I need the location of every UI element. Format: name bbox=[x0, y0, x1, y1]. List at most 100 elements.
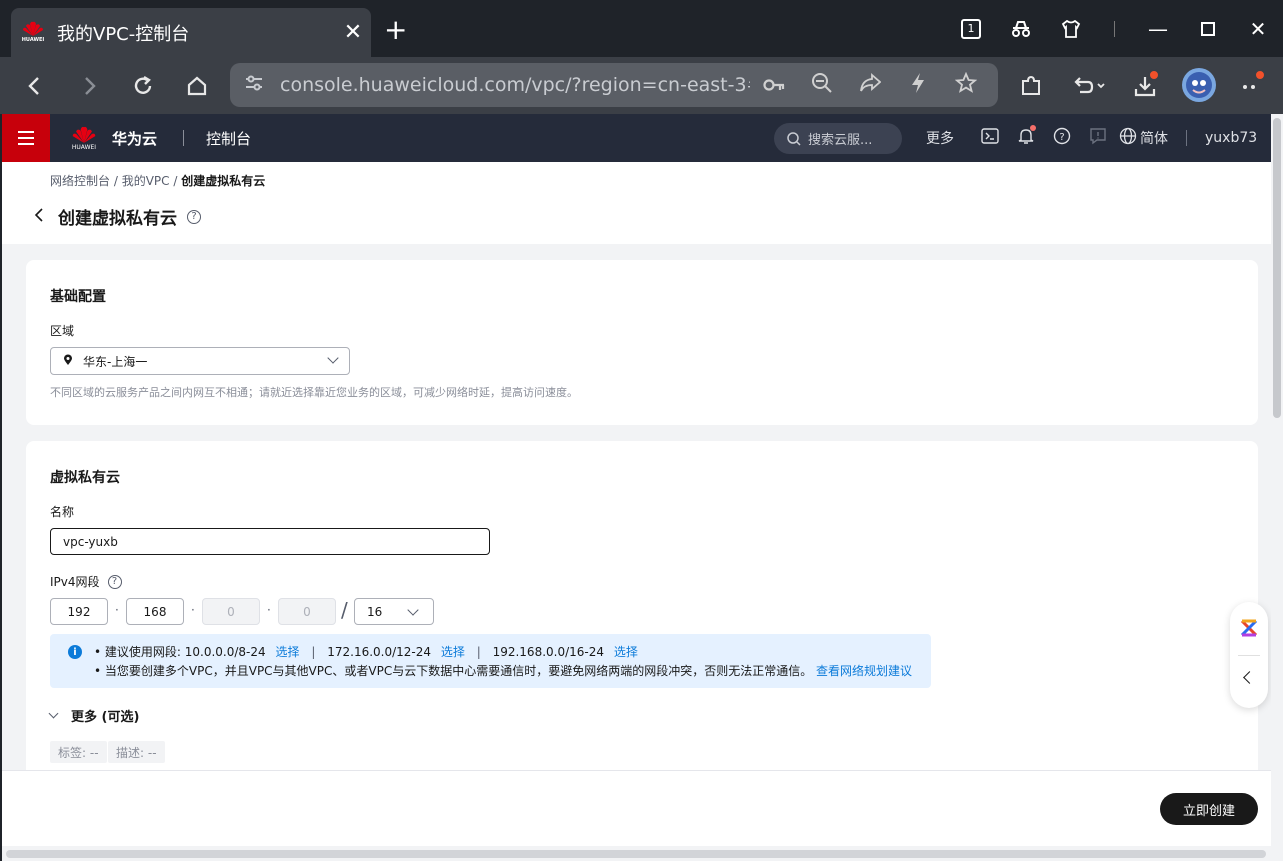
more-menu[interactable]: 更多 bbox=[926, 128, 954, 148]
mask-value: 16 bbox=[367, 604, 383, 619]
shirt-icon[interactable] bbox=[1046, 0, 1096, 57]
feedback-icon[interactable] bbox=[1080, 127, 1116, 149]
divider bbox=[1186, 130, 1187, 146]
reload-icon[interactable] bbox=[128, 71, 158, 101]
separator: | bbox=[476, 645, 481, 659]
tab-count-button[interactable]: 1 bbox=[946, 0, 996, 57]
info-line-2: • 当您要创建多个VPC，并且VPC与其他VPC、或者VPC与云下数据中心需要通… bbox=[94, 662, 912, 679]
star-icon[interactable] bbox=[942, 71, 990, 99]
chevron-down-icon bbox=[407, 604, 419, 616]
region-select[interactable]: 华东-上海一 bbox=[50, 347, 350, 375]
search-input[interactable]: 搜索云服... bbox=[774, 123, 902, 154]
forward-icon[interactable] bbox=[74, 71, 104, 101]
page-title: 创建虚拟私有云 bbox=[58, 209, 177, 229]
console-header: HUAWEI 华为云 控制台 搜索云服... 更多 ? 简体 yuxb73 bbox=[2, 114, 1271, 162]
basic-config-card: 基础配置 区域 华东-上海一 不同区域的云服务产品之间内网互不相通；请就近选择靠… bbox=[26, 260, 1258, 425]
chevron-down-icon bbox=[48, 708, 59, 719]
create-now-button[interactable]: 立即创建 bbox=[1160, 793, 1258, 825]
home-icon[interactable] bbox=[182, 71, 212, 101]
huawei-logo-text: HUAWEI bbox=[71, 143, 97, 151]
zoom-out-icon[interactable] bbox=[798, 72, 846, 99]
terminal-icon[interactable] bbox=[972, 128, 1008, 148]
more-optional-toggle[interactable]: 更多 (可选) bbox=[48, 706, 140, 725]
ipv4-label-row: IPv4网段 ? bbox=[50, 573, 122, 590]
breadcrumb-my-vpc[interactable]: 我的VPC bbox=[122, 174, 170, 188]
info-icon: i bbox=[68, 645, 82, 659]
breadcrumb-current: 创建虚拟私有云 bbox=[181, 174, 266, 188]
bolt-icon[interactable] bbox=[894, 72, 942, 99]
mask-select[interactable]: 16 bbox=[354, 598, 434, 625]
horizontal-scrollbar[interactable] bbox=[6, 850, 1266, 858]
divider bbox=[183, 130, 185, 146]
maximize-icon[interactable] bbox=[1183, 0, 1233, 57]
region-label: 区域 bbox=[50, 324, 75, 338]
ip-octet-1[interactable]: 192 bbox=[50, 598, 108, 625]
download-badge bbox=[1148, 69, 1160, 81]
incognito-icon[interactable] bbox=[996, 0, 1046, 57]
avatar[interactable] bbox=[1182, 68, 1216, 102]
url-text[interactable]: console.huaweicloud.com/vpc/?region=cn-e… bbox=[280, 74, 750, 96]
bullet: • bbox=[94, 664, 105, 678]
undo-icon[interactable] bbox=[1068, 71, 1110, 101]
search-placeholder: 搜索云服... bbox=[808, 133, 873, 148]
back-arrow-icon[interactable] bbox=[34, 206, 58, 227]
select-range-1-link[interactable]: 选择 bbox=[276, 645, 300, 659]
tab-count: 1 bbox=[961, 18, 981, 39]
menu-icon[interactable] bbox=[2, 114, 50, 162]
window-controls: 1 — ✕ bbox=[946, 0, 1283, 57]
suggest-range-2: 172.16.0.0/12-24 bbox=[327, 645, 432, 659]
extensions-icon[interactable] bbox=[1016, 71, 1046, 101]
huawei-logo-icon: HUAWEI bbox=[21, 21, 45, 45]
help-icon[interactable]: ? bbox=[1044, 127, 1080, 149]
help-icon[interactable]: ? bbox=[187, 209, 201, 224]
network-planning-link[interactable]: 查看网络规划建议 bbox=[816, 664, 912, 678]
key-icon[interactable] bbox=[750, 73, 798, 97]
page-title-row: 创建虚拟私有云 ? bbox=[34, 204, 201, 229]
mask-slash: / bbox=[341, 598, 348, 622]
huawei-logo-icon[interactable]: HUAWEI bbox=[70, 126, 98, 151]
action-bar: 立即创建 bbox=[2, 770, 1271, 846]
breadcrumb-separator: / bbox=[173, 174, 178, 188]
breadcrumb: 网络控制台 / 我的VPC / 创建虚拟私有云 bbox=[50, 172, 265, 189]
description-summary: 描述: -- bbox=[108, 741, 165, 763]
assistant-logo-icon[interactable] bbox=[1239, 618, 1259, 638]
browser-tab[interactable]: HUAWEI 我的VPC-控制台 ✕ bbox=[11, 8, 371, 57]
ip-dot: · bbox=[115, 603, 119, 617]
vertical-scrollbar[interactable] bbox=[1273, 118, 1281, 418]
console-link[interactable]: 控制台 bbox=[206, 128, 251, 149]
site-settings-icon[interactable] bbox=[244, 74, 264, 96]
window-close-icon[interactable]: ✕ bbox=[1233, 0, 1283, 57]
name-label: 名称 bbox=[50, 505, 75, 519]
vpc-name-input[interactable]: vpc-yuxb bbox=[50, 528, 490, 555]
language-selector[interactable]: 简体 bbox=[1140, 128, 1168, 148]
help-icon[interactable]: ? bbox=[107, 574, 122, 589]
username[interactable]: yuxb73 bbox=[1205, 130, 1257, 146]
brand-name[interactable]: 华为云 bbox=[112, 128, 157, 149]
page-header: 网络控制台 / 我的VPC / 创建虚拟私有云 创建虚拟私有云 ? bbox=[2, 162, 1271, 244]
more-optional-label: 更多 (可选) bbox=[71, 710, 140, 725]
info-line-1: • 建议使用网段: 10.0.0.0/8-24 选择 | 172.16.0.0/… bbox=[94, 643, 638, 660]
select-range-3-link[interactable]: 选择 bbox=[614, 645, 638, 659]
globe-icon[interactable] bbox=[1116, 127, 1140, 149]
tag-summary: 标签: -- bbox=[50, 741, 107, 763]
ip-octet-2[interactable]: 168 bbox=[126, 598, 184, 625]
bell-icon[interactable] bbox=[1008, 125, 1044, 149]
minimize-icon[interactable]: — bbox=[1133, 0, 1183, 57]
ipv4-label: IPv4网段 bbox=[50, 575, 100, 589]
breadcrumb-separator: / bbox=[113, 174, 118, 188]
ip-dot: · bbox=[191, 603, 195, 617]
collapse-chevron-icon[interactable] bbox=[1243, 671, 1256, 684]
section-title-vpc: 虚拟私有云 bbox=[50, 470, 120, 486]
breadcrumb-network-console[interactable]: 网络控制台 bbox=[50, 174, 110, 188]
close-icon[interactable]: ✕ bbox=[335, 20, 371, 45]
separator: | bbox=[311, 645, 316, 659]
share-icon[interactable] bbox=[846, 72, 894, 98]
plus-icon[interactable]: + bbox=[384, 14, 407, 46]
select-range-2-link[interactable]: 选择 bbox=[441, 645, 465, 659]
bullet: • bbox=[94, 645, 105, 659]
address-bar[interactable]: console.huaweicloud.com/vpc/?region=cn-e… bbox=[230, 63, 998, 107]
vpc-name-value: vpc-yuxb bbox=[63, 534, 118, 549]
ip-dot: · bbox=[267, 603, 271, 617]
search-icon bbox=[787, 131, 801, 146]
back-icon[interactable] bbox=[20, 71, 50, 101]
